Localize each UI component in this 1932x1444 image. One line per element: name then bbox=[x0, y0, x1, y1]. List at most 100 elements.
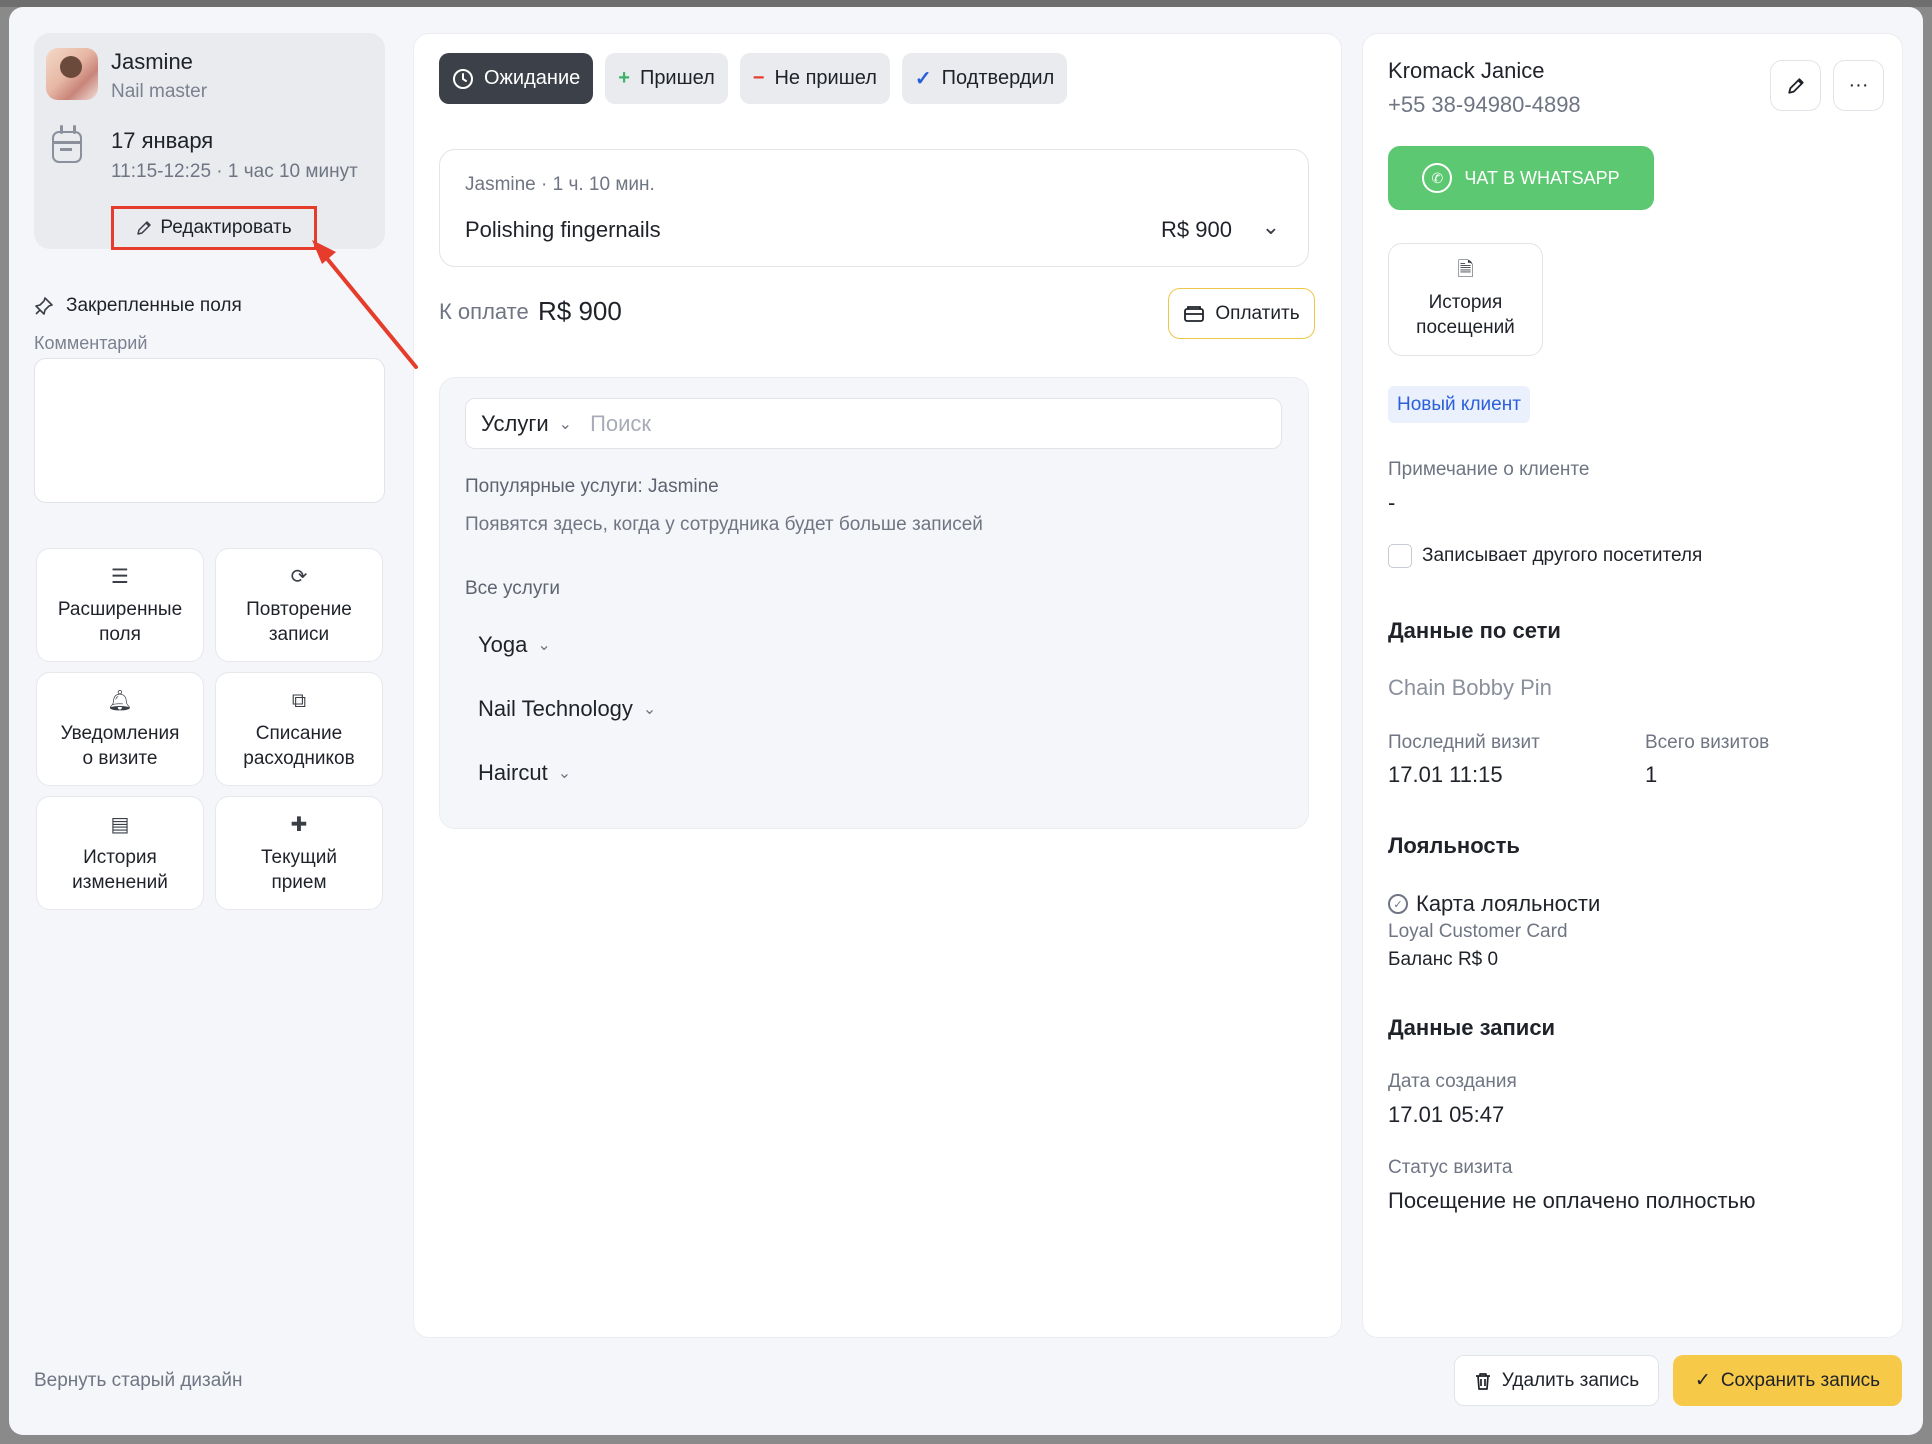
tile-change-history[interactable]: ▤ История изменений bbox=[36, 796, 204, 910]
chevron-down-icon: ⌄ bbox=[558, 415, 573, 433]
list-icon: ☰ bbox=[111, 566, 129, 588]
service-price: R$ 900 bbox=[1161, 217, 1232, 242]
status-waiting-label: Ожидание bbox=[484, 67, 581, 89]
status-waiting-button[interactable]: Ожидание bbox=[439, 53, 594, 104]
minus-icon: − bbox=[752, 67, 765, 89]
client-name: Kromack Janice bbox=[1388, 58, 1545, 83]
bell-icon: 🔔︎ bbox=[107, 690, 133, 712]
chain-name: Chain Bobby Pin bbox=[1388, 675, 1552, 700]
visit-time: 11:15-12:25 · 1 час 10 минут bbox=[111, 161, 358, 182]
archive-icon: ▤ bbox=[110, 814, 130, 836]
service-name: Polishing fingernails bbox=[465, 217, 661, 242]
status-no-show-button[interactable]: − Не пришел bbox=[739, 53, 890, 104]
check-icon: ✓ bbox=[914, 68, 932, 90]
tile-current-appointment[interactable]: ✚ Текущий прием bbox=[215, 796, 383, 910]
whatsapp-button-label: ЧАТ В WHATSAPP bbox=[1464, 167, 1620, 188]
to-pay-label: К оплате bbox=[439, 299, 529, 324]
last-visit-label: Последний визит bbox=[1388, 732, 1540, 753]
other-visitor-checkbox[interactable] bbox=[1388, 544, 1412, 568]
chevron-down-icon: ⌄ bbox=[557, 765, 572, 782]
services-select[interactable]: Услуги ⌄ bbox=[481, 411, 572, 437]
comment-field[interactable] bbox=[34, 358, 385, 503]
status-arrived-button[interactable]: + Пришел bbox=[605, 53, 728, 104]
popular-services-hint: Появятся здесь, когда у сотрудника будет… bbox=[465, 514, 983, 535]
tile-label: История изменений bbox=[72, 847, 168, 893]
repeat-icon: ⟳ bbox=[290, 566, 308, 588]
chevron-down-icon[interactable]: ⌄ bbox=[1262, 214, 1280, 240]
delete-record-button[interactable]: Удалить запись bbox=[1454, 1355, 1659, 1406]
chevron-down-icon: ⌄ bbox=[537, 637, 551, 654]
category-nail-technology[interactable]: Nail Technology ⌄ bbox=[478, 696, 656, 722]
background-calendar-strip bbox=[0, 0, 1932, 7]
status-confirmed-label: Подтвердил bbox=[941, 67, 1055, 89]
loyalty-balance: Баланс R$ 0 bbox=[1388, 949, 1499, 970]
category-label: Nail Technology bbox=[478, 696, 633, 721]
loyalty-card-row: ✓ Карта лояльности bbox=[1388, 891, 1600, 917]
whatsapp-chat-button[interactable]: ✆ ЧАТ В WHATSAPP bbox=[1388, 146, 1654, 210]
services-picker: Услуги ⌄ Популярные услуги: Jasmine Появ… bbox=[439, 377, 1309, 829]
more-options-button[interactable]: ··· bbox=[1833, 60, 1884, 111]
plus-icon: + bbox=[618, 67, 630, 89]
tile-label: Уведомления о визите bbox=[60, 723, 180, 769]
visit-status-label: Статус визита bbox=[1388, 1157, 1513, 1178]
box-icon: ⧉ bbox=[291, 690, 307, 712]
edit-button[interactable]: Редактировать bbox=[111, 206, 317, 250]
whatsapp-icon: ✆ bbox=[1422, 163, 1453, 193]
staff-card: Jasmine Nail master 17 января 11:15-12:2… bbox=[34, 33, 385, 250]
tile-extended-fields[interactable]: ☰ Расширенные поля bbox=[36, 548, 204, 662]
check-icon: ✓ bbox=[1694, 1370, 1711, 1391]
appointment-modal: Jasmine Nail master 17 января 11:15-12:2… bbox=[9, 7, 1923, 1435]
pencil-icon bbox=[137, 221, 152, 235]
status-no-show-label: Не пришел bbox=[774, 67, 877, 89]
pinned-fields-title: Закрепленные поля bbox=[34, 295, 242, 317]
network-data-title: Данные по сети bbox=[1388, 618, 1561, 643]
status-arrived-label: Пришел bbox=[639, 67, 715, 89]
tile-label: Расширенные поля bbox=[57, 599, 183, 645]
chevron-down-icon: ⌄ bbox=[642, 701, 657, 718]
revert-old-design-link[interactable]: Вернуть старый дизайн bbox=[34, 1370, 242, 1392]
category-label: Yoga bbox=[478, 632, 528, 657]
status-confirmed-button[interactable]: ✓ Подтвердил bbox=[901, 53, 1068, 104]
other-visitor-row: Записывает другого посетителя bbox=[1388, 544, 1702, 568]
tile-label: Повторение записи bbox=[246, 599, 352, 645]
pay-button[interactable]: Оплатить bbox=[1168, 288, 1315, 339]
wallet-icon bbox=[1184, 305, 1205, 322]
visit-status-value: Посещение не оплачено полностью bbox=[1388, 1188, 1756, 1213]
services-select-label: Услуги bbox=[481, 410, 549, 436]
tile-repeat-record[interactable]: ⟳ Повторение записи bbox=[215, 548, 383, 662]
service-search-input[interactable] bbox=[590, 410, 1231, 437]
plus-outline-icon: ✚ bbox=[290, 814, 308, 836]
loyalty-card-title: Карта лояльности bbox=[1416, 891, 1601, 916]
tile-visit-notifications[interactable]: 🔔︎ Уведомления о визите bbox=[36, 672, 204, 786]
new-client-badge: Новый клиент bbox=[1388, 386, 1530, 423]
record-data-title: Данные записи bbox=[1388, 1015, 1556, 1040]
pinned-fields-label: Закрепленные поля bbox=[66, 295, 242, 316]
created-date-value: 17.01 05:47 bbox=[1388, 1102, 1505, 1127]
category-haircut[interactable]: Haircut ⌄ bbox=[478, 760, 571, 786]
edit-button-label: Редактировать bbox=[160, 217, 292, 238]
edit-client-button[interactable] bbox=[1770, 60, 1821, 111]
popular-services-title: Популярные услуги: Jasmine bbox=[465, 476, 719, 497]
category-label: Haircut bbox=[478, 760, 548, 785]
pin-icon bbox=[35, 297, 53, 315]
other-visitor-label: Записывает другого посетителя bbox=[1422, 545, 1703, 566]
status-buttons: Ожидание + Пришел − Не пришел ✓ Подтверд… bbox=[439, 53, 1068, 104]
loyalty-card-name: Loyal Customer Card bbox=[1388, 921, 1568, 942]
calendar-icon bbox=[52, 131, 82, 163]
client-panel: Kromack Janice +55 38-94980-4898 ··· ✆ Ч… bbox=[1362, 33, 1903, 1338]
total-visits-label: Всего визитов bbox=[1645, 732, 1770, 753]
pay-button-label: Оплатить bbox=[1215, 302, 1300, 324]
badge-check-icon: ✓ bbox=[1388, 894, 1408, 914]
avatar bbox=[46, 48, 98, 100]
loyalty-title: Лояльность bbox=[1388, 833, 1520, 858]
save-record-button[interactable]: ✓ Сохранить запись bbox=[1673, 1355, 1902, 1406]
category-yoga[interactable]: Yoga ⌄ bbox=[478, 632, 551, 658]
service-card[interactable]: Jasmine · 1 ч. 10 мин. Polishing fingern… bbox=[439, 149, 1309, 267]
visit-history-tile[interactable]: 🗎︎ История посещений bbox=[1388, 243, 1543, 356]
client-phone: +55 38-94980-4898 bbox=[1388, 92, 1581, 117]
document-icon: 🗎︎ bbox=[1457, 259, 1474, 281]
trash-icon bbox=[1475, 1372, 1490, 1390]
tile-consumables[interactable]: ⧉ Списание расходников bbox=[215, 672, 383, 786]
client-note-label: Примечание о клиенте bbox=[1388, 459, 1590, 480]
client-note-value: - bbox=[1388, 490, 1396, 515]
